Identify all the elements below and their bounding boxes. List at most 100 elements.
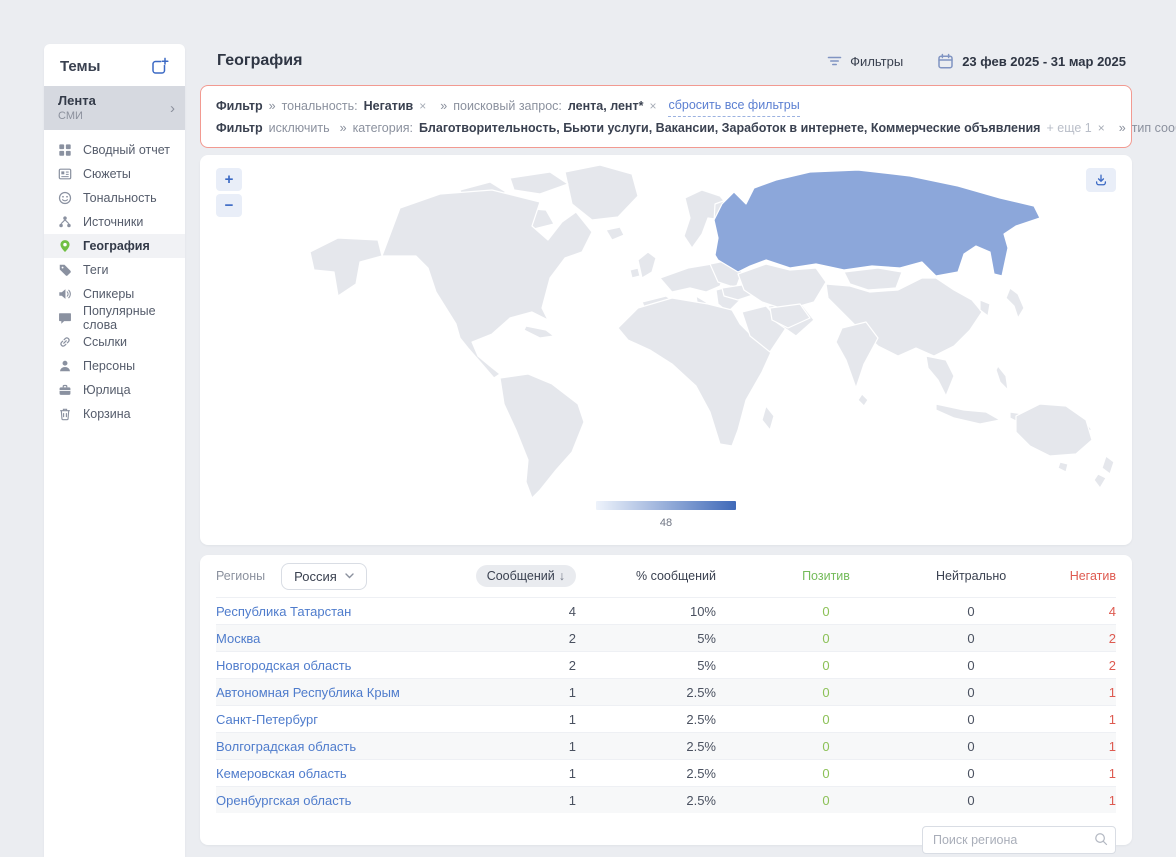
table-row: Москва 2 5% 0 0 2 — [216, 624, 1116, 651]
sidebar-item-tonality[interactable]: Тональность — [44, 186, 185, 210]
sidebar-item-geo-pin[interactable]: География — [44, 234, 185, 258]
region-link[interactable]: Оренбургская область — [216, 793, 351, 808]
messages-value: 1 — [568, 738, 576, 754]
sidebar-item-label: Источники — [83, 215, 144, 229]
sidebar-item-label: География — [83, 239, 150, 253]
messages-value: 1 — [568, 684, 576, 700]
add-topic-icon[interactable] — [151, 57, 169, 75]
percent-value: 5% — [697, 630, 716, 646]
table-row: Оренбургская область 1 2.5% 0 0 1 — [216, 786, 1116, 813]
remove-tonality-filter-icon[interactable]: × — [419, 95, 426, 117]
sidebar-item-label: Тональность — [83, 191, 157, 205]
sidebar-item-persons[interactable]: Персоны — [44, 354, 185, 378]
negative-value: 1 — [1108, 711, 1116, 727]
messages-value: 4 — [568, 603, 576, 619]
region-link[interactable]: Республика Татарстан — [216, 604, 351, 619]
sidebar-item-trash[interactable]: Корзина — [44, 402, 185, 426]
more-categories-badge[interactable]: + еще 1 — [1046, 117, 1091, 139]
positive-value: 0 — [822, 603, 830, 619]
geography-map-panel: + − 48 — [200, 155, 1132, 545]
page-header: География Фильтры 23 фев 2025 - 31 мар 2… — [200, 48, 1132, 74]
regions-table-body: Республика Татарстан 4 10% 0 0 4 Москва 2 5% 0 0 2 Н… — [216, 597, 1116, 813]
positive-value: 0 — [822, 684, 830, 700]
sidebar-item-speakers[interactable]: Спикеры — [44, 282, 185, 306]
map-country-russia — [713, 169, 1041, 277]
region-link[interactable]: Санкт-Петербург — [216, 712, 318, 727]
table-row: Республика Татарстан 4 10% 0 0 4 — [216, 597, 1116, 624]
filters-label: Фильтры — [850, 53, 904, 69]
filter-exclude-word: исключить — [268, 121, 330, 135]
world-map[interactable] — [210, 160, 1132, 505]
country-selector-dropdown[interactable]: Россия — [281, 562, 367, 590]
percent-column-label[interactable]: % сообщений — [576, 569, 716, 583]
neutral-value: 0 — [967, 792, 975, 808]
trash-icon — [58, 407, 72, 421]
remove-category-filter-icon[interactable]: × — [1098, 117, 1105, 139]
sources-icon — [58, 215, 72, 229]
sidebar: Темы Лента СМИ › Сводный отчет Сюжеты Тона… — [44, 44, 185, 857]
reset-all-filters-link[interactable]: сбросить все фильтры — [668, 94, 800, 117]
messages-value: 1 — [568, 792, 576, 808]
sidebar-item-label: Юрлица — [83, 383, 131, 397]
map-zoom-out-button[interactable]: − — [216, 194, 242, 217]
map-zoom-in-button[interactable]: + — [216, 168, 242, 191]
regions-column-label: Регионы — [216, 569, 266, 583]
sidebar-item-tag[interactable]: Теги — [44, 258, 185, 282]
remove-query-filter-icon[interactable]: × — [649, 95, 656, 117]
tonality-icon — [58, 191, 72, 205]
table-row: Автономная Республика Крым 1 2.5% 0 0 1 — [216, 678, 1116, 705]
sidebar-title: Темы — [60, 57, 101, 75]
filter-exclude-prefix: Фильтр — [216, 121, 263, 135]
neutral-value: 0 — [967, 738, 975, 754]
sidebar-item-sources[interactable]: Источники — [44, 210, 185, 234]
region-link[interactable]: Москва — [216, 631, 260, 646]
negative-value: 2 — [1108, 630, 1116, 646]
neutral-value: 0 — [967, 630, 975, 646]
region-link[interactable]: Волгоградская область — [216, 739, 356, 754]
regions-table-header: Регионы Россия Сообщений ↓ % сообщений П… — [216, 555, 1116, 597]
sidebar-item-links[interactable]: Ссылки — [44, 330, 185, 354]
percent-value: 2.5% — [686, 792, 716, 808]
tonality-filter-value: Негатив — [363, 98, 414, 113]
sidebar-item-label: Сюжеты — [83, 167, 131, 181]
negative-value: 1 — [1108, 684, 1116, 700]
map-color-legend: 48 — [596, 501, 736, 529]
sidebar-item-label: Ссылки — [83, 335, 128, 349]
sidebar-item-companies[interactable]: Юрлица — [44, 378, 185, 402]
table-row: Кемеровская область 1 2.5% 0 0 1 — [216, 759, 1116, 786]
geo-pin-icon — [58, 239, 72, 253]
sidebar-item-summary-report[interactable]: Сводный отчет — [44, 138, 185, 162]
sidebar-menu: Сводный отчет Сюжеты Тональность Источники Г… — [44, 130, 185, 426]
region-link[interactable]: Кемеровская область — [216, 766, 347, 781]
legend-max-value: 48 — [659, 517, 673, 529]
topic-item-lenta[interactable]: Лента СМИ › — [44, 86, 185, 130]
messages-value: 2 — [568, 657, 576, 673]
date-range-picker[interactable]: 23 фев 2025 - 31 мар 2025 — [937, 53, 1126, 70]
filter-separator: » — [268, 98, 276, 113]
calendar-icon — [937, 53, 954, 70]
sidebar-item-label: Сводный отчет — [83, 143, 171, 157]
sidebar-item-popular-words[interactable]: Популярные слова — [44, 304, 185, 332]
category-filter-label: категория: — [352, 121, 413, 135]
table-row: Новгородская область 2 5% 0 0 2 — [216, 651, 1116, 678]
topic-name: Лента — [58, 93, 96, 108]
negative-column-label[interactable]: Негатив — [1006, 569, 1116, 583]
messages-column-sort-button[interactable]: Сообщений ↓ — [475, 565, 576, 587]
sidebar-item-stories[interactable]: Сюжеты — [44, 162, 185, 186]
region-search-input[interactable] — [922, 826, 1116, 854]
region-link[interactable]: Автономная Республика Крым — [216, 685, 400, 700]
percent-value: 2.5% — [686, 684, 716, 700]
map-download-button[interactable] — [1086, 168, 1116, 192]
table-row: Волгоградская область 1 2.5% 0 0 1 — [216, 732, 1116, 759]
active-filters-panel: Фильтр » тональность: Негатив × » поиско… — [200, 85, 1176, 148]
positive-column-label[interactable]: Позитив — [716, 569, 936, 583]
neutral-value: 0 — [967, 684, 975, 700]
region-link[interactable]: Новгородская область — [216, 658, 351, 673]
positive-value: 0 — [822, 630, 830, 646]
links-icon — [58, 335, 72, 349]
filter-prefix: Фильтр — [216, 98, 263, 113]
neutral-column-label[interactable]: Нейтрально — [936, 569, 1006, 583]
filter-separator: » — [1118, 121, 1126, 135]
chevron-right-icon: › — [170, 99, 175, 117]
filters-button[interactable]: Фильтры — [827, 54, 903, 69]
